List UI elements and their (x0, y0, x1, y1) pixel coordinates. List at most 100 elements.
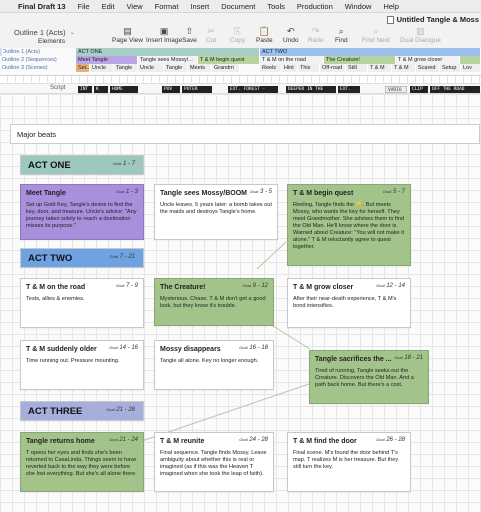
menu-document[interactable]: Document (221, 2, 255, 11)
copy-button[interactable]: ⎘ Copy (230, 25, 245, 44)
beat-card-t-m-grow-closer[interactable]: T & M grow closer Goal 12 - 14 After their… (287, 278, 411, 328)
menu-edit[interactable]: Edit (102, 2, 115, 11)
outline-segment[interactable] (0, 48, 3, 56)
menu-format[interactable]: Format (155, 2, 179, 11)
goal-range: 21 - 28 (116, 407, 135, 413)
menu-help[interactable]: Help (383, 2, 398, 11)
beat-card-tangle-sacrifices-the[interactable]: Tangle sacrifices the ... Goal 18 - 21 Tir… (309, 350, 429, 404)
outline-segment[interactable]: This (298, 64, 320, 72)
find-next-icon: ⌕ (373, 26, 379, 36)
beat-card-mossy-disappears[interactable]: Mossy disappears Goal 16 - 18 Tangle all a… (154, 340, 274, 390)
dual-dialogue-button[interactable]: ▥ Dual Dialogue (400, 25, 441, 44)
outline-segment[interactable]: Lov (461, 64, 481, 72)
outline-segment[interactable]: Scared (416, 64, 440, 72)
outline-segment[interactable]: Uncle (90, 64, 114, 72)
script-scene-chip[interactable]: OFF THE ROAD (430, 86, 480, 93)
act-card-act-one[interactable]: ACT ONE Goal 1 - 7 (20, 155, 144, 175)
menu-tools[interactable]: Tools (267, 2, 285, 11)
outline-segment[interactable]: ACT ONE (76, 48, 260, 56)
outline-segment[interactable]: T & M (392, 64, 416, 72)
outline-segment[interactable]: T & M grow closer (396, 56, 460, 64)
script-scene-chip[interactable]: PUTER (182, 86, 212, 93)
beat-card-t-m-reunite[interactable]: T & M reunite Goal 24 - 28 Final sequence.… (154, 432, 274, 492)
menu-insert[interactable]: Insert (190, 2, 209, 11)
outline-segment[interactable]: The Creature! (324, 56, 396, 64)
script-scene-chip[interactable]: EXT. (338, 86, 360, 93)
beat-card-tangle-sees-mossy-boom[interactable]: Tangle sees Mossy/BOOM Goal 3 - 5 Uncle le… (154, 184, 278, 240)
outline-select[interactable]: Outline 1 (Acts) ⌄ (14, 27, 104, 38)
find-next-button[interactable]: ⌕ Find Next (362, 25, 390, 44)
paste-button[interactable]: 📋 Paste (256, 25, 273, 44)
beat-card-body: T opens her eyes and finds she's been re… (26, 450, 137, 477)
outline-segment[interactable]: Setup (440, 64, 461, 72)
insert-image-button[interactable]: ▣ Insert Image (146, 25, 182, 44)
outline-segment[interactable]: Tangle sees Mossy/... (138, 56, 198, 64)
goal-range: 3 - 5 (259, 189, 272, 195)
undo-button[interactable]: ↶ Undo (283, 25, 299, 44)
outline-segment[interactable]: Set... (76, 64, 90, 72)
outline-segment[interactable]: Off-road (320, 64, 346, 72)
beat-card-goal: Goal 14 - 16 (109, 345, 138, 351)
beat-card-tangle-returns-home[interactable]: Tangle returns home Goal 21 - 24 T opens h… (20, 432, 144, 492)
dual-dialogue-label: Dual Dialogue (400, 37, 441, 44)
menu-file[interactable]: File (78, 2, 90, 11)
outline-segment[interactable]: Still (346, 64, 368, 72)
document-icon (386, 15, 394, 24)
beat-board-canvas[interactable]: Major beats ACT ONE Goal 1 - 7 ACT TWO Goal… (0, 94, 481, 512)
window-toolbar: Untitled Tangle & Moss Outline 1 (Acts) … (0, 13, 481, 51)
script-navigator: Script INT K HOME POV PUTER EXT. FOREST - DEEP… (0, 84, 481, 94)
beat-card-the-creature[interactable]: The Creature! Goal 9 - 12 Mysterious. Chas… (154, 278, 274, 326)
menu-production[interactable]: Production (297, 2, 333, 11)
beat-card-t-m-on-the-road[interactable]: T & M on the road Goal 7 - 9 Tests, allies… (20, 278, 144, 328)
find-button[interactable]: ⌕ Find (335, 25, 348, 44)
script-scene-chip[interactable]: CLIP (410, 86, 428, 93)
paste-label: Paste (256, 37, 273, 44)
beat-card-t-m-find-the-door[interactable]: T & M find the door Goal 26 - 28 Final sce… (287, 432, 411, 492)
goal-range: 5 - 7 (392, 189, 405, 195)
beat-card-body: Time running out. Pressure mounting. (26, 358, 120, 364)
page-view-button[interactable]: ▤ Page View (112, 25, 143, 44)
save-icon: ⇧ (185, 26, 194, 36)
beat-card-goal: Goal 24 - 28 (239, 437, 268, 443)
script-scene-chip[interactable]: DEEPER IN THE (286, 86, 336, 93)
outline-segment[interactable]: Hint (282, 64, 298, 72)
insert-image-label: Insert Image (146, 37, 183, 44)
cut-button[interactable]: ✂ Cut (206, 25, 216, 44)
script-scene-chip[interactable]: VARIO (385, 86, 407, 93)
outline-segment[interactable]: ACT TWO (260, 48, 481, 56)
page-view-label: Page View (112, 37, 143, 44)
goal-prefix: Goal (239, 437, 248, 442)
beat-card-goal: Goal 21 - 24 (109, 437, 138, 443)
undo-label: Undo (283, 37, 299, 44)
outline-segment[interactable]: T & M on the road (260, 56, 324, 64)
outline-segment[interactable]: T & M begin quest (198, 56, 260, 64)
outline-segment[interactable]: T & M (368, 64, 392, 72)
redo-button[interactable]: ↷ Redo (308, 25, 324, 44)
beat-card-t-m-begin-quest[interactable]: T & M begin quest Goal 5 - 7 Reeling, Tang… (287, 184, 411, 266)
board-heading[interactable]: Major beats (10, 124, 480, 144)
script-scene-chip[interactable]: K (94, 86, 108, 93)
outline-segment[interactable]: Tangle (164, 64, 188, 72)
outline-segment[interactable]: Uncle (138, 64, 164, 72)
beat-card-goal: Goal 1 - 3 (116, 189, 138, 195)
outline-segment[interactable]: Meet Tangle (76, 56, 138, 64)
beat-card-t-m-suddenly-older[interactable]: T & M suddenly older Goal 14 - 16 Time run… (20, 340, 144, 390)
outline-segment[interactable]: Meets (188, 64, 212, 72)
goal-range: 7 - 21 (119, 254, 135, 260)
script-scene-chip[interactable]: HOME (110, 86, 138, 93)
menu-app-name[interactable]: Final Draft 13 (18, 2, 66, 11)
save-button[interactable]: ⇧ Save (182, 25, 197, 44)
outline-segment[interactable]: Grandm (212, 64, 240, 72)
script-scene-chip[interactable]: EXT. FOREST - (228, 86, 278, 93)
outline-segment[interactable]: Reels (260, 64, 282, 72)
outline-segment[interactable] (460, 56, 481, 64)
script-scene-chip[interactable]: INT (78, 86, 92, 93)
act-card-act-two[interactable]: ACT TWO Goal 7 - 21 (20, 248, 144, 268)
act-card-act-three[interactable]: ACT THREE Goal 21 - 28 (20, 401, 144, 421)
outline-segment[interactable]: Tangle (114, 64, 138, 72)
menu-view[interactable]: View (127, 2, 143, 11)
menu-window[interactable]: Window (345, 2, 372, 11)
connection-line (256, 241, 287, 270)
script-scene-chip[interactable]: POV (162, 86, 180, 93)
beat-card-meet-tangle[interactable]: Meet Tangle Goal 1 - 3 Set up Gold Key, Ta… (20, 184, 144, 240)
